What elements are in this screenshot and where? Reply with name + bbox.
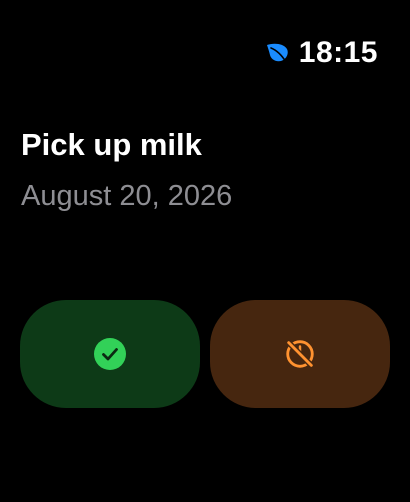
reminder-title: Pick up milk [21,127,202,162]
leaf-icon [265,40,293,66]
complete-button[interactable] [20,300,200,408]
reminder-date: August 20, 2026 [21,180,233,212]
dismiss-slash-circle-icon [283,337,317,371]
action-buttons [20,300,390,408]
clock-time: 18:15 [298,36,378,69]
dismiss-button[interactable] [210,300,390,408]
checkmark-circle-icon [93,337,127,371]
status-bar: 18:15 [265,38,378,68]
